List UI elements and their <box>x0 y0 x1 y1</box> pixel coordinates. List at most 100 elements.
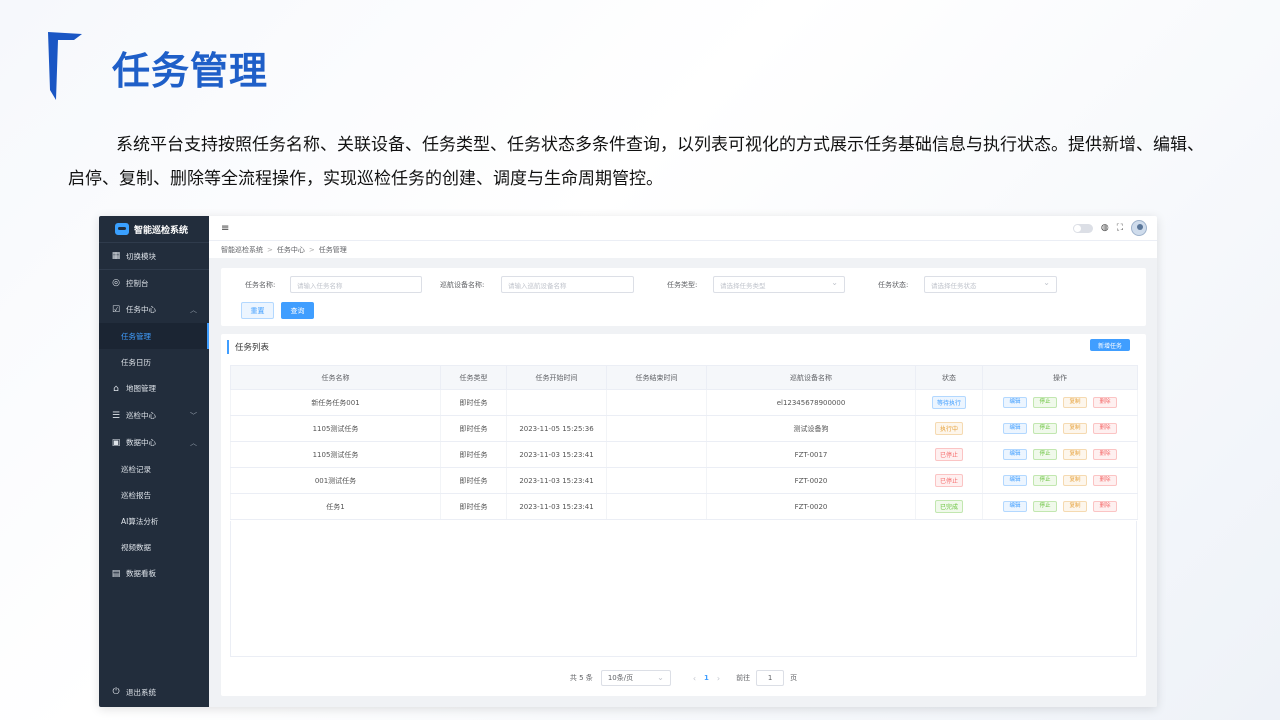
task-name-cell: 1105测试任务 <box>230 415 441 442</box>
inspection-icon: ☰ <box>111 410 121 421</box>
task-name-cell: 新任务任务001 <box>230 389 441 416</box>
delete-button[interactable]: 删除 <box>1093 501 1117 512</box>
switch-module-button[interactable]: ▦ 切换模块 <box>99 242 209 269</box>
task-type-select[interactable]: 请选择任务类型 <box>713 276 845 293</box>
sidebar-item-task-center[interactable]: ☑ 任务中心 ︿ <box>99 296 209 323</box>
actions-cell: 编辑 停止 复制 删除 <box>982 389 1138 416</box>
actions-cell: 编辑 停止 复制 删除 <box>982 493 1138 520</box>
status-cell: 已停止 <box>915 441 983 468</box>
sidebar-item-inspection[interactable]: ☰ 巡检中心 ﹀ <box>99 402 209 429</box>
stop-button[interactable]: 停止 <box>1033 449 1057 460</box>
edit-button[interactable]: 编辑 <box>1003 449 1027 460</box>
task-type-cell: 即时任务 <box>440 467 507 494</box>
table-row: 1105测试任务 即时任务 2023-11-03 15:23:41 FZT-0017 已… <box>230 441 1138 468</box>
corner-bracket-icon <box>48 32 82 100</box>
delete-button[interactable]: 删除 <box>1093 449 1117 460</box>
status-badge: 已停止 <box>934 448 963 461</box>
sidebar-subitem-video-data[interactable]: 视频数据 <box>99 534 209 560</box>
edit-button[interactable]: 编辑 <box>1003 501 1027 512</box>
sidebar-subitem-ai-analysis[interactable]: AI算法分析 <box>99 508 209 534</box>
edit-button[interactable]: 编辑 <box>1003 475 1027 486</box>
breadcrumb-item[interactable]: 任务中心 <box>277 245 305 255</box>
start-time-cell: 2023-11-03 15:23:41 <box>506 441 607 468</box>
device-name-label: 巡航设备名称: <box>440 281 485 289</box>
task-list-title: 任务列表 <box>227 340 269 354</box>
theme-toggle[interactable] <box>1072 223 1093 233</box>
task-name-cell: 1105测试任务 <box>230 441 441 468</box>
stop-button[interactable]: 停止 <box>1033 501 1057 512</box>
task-name-cell: 001测试任务 <box>230 467 441 494</box>
actions-cell: 编辑 停止 复制 删除 <box>982 467 1138 494</box>
avatar[interactable] <box>1131 220 1147 236</box>
logout-button[interactable]: ⏻ 退出系统 <box>99 677 209 707</box>
sidebar-subitem-task-management[interactable]: 任务管理 <box>99 323 209 349</box>
query-button[interactable]: 查询 <box>281 302 314 319</box>
board-icon: ▤ <box>111 568 121 579</box>
globe-icon[interactable]: ◍ <box>1101 223 1109 233</box>
edit-button[interactable]: 编辑 <box>1003 423 1027 434</box>
app-logo: 智能巡检系统 <box>99 216 209 242</box>
goto-page-input[interactable]: 1 <box>756 670 785 686</box>
app-name: 智能巡检系统 <box>134 225 189 236</box>
switch-module-label: 切换模块 <box>126 251 156 261</box>
sidebar-subitem-task-calendar[interactable]: 任务日历 <box>99 349 209 375</box>
sidebar-subitem-inspection-reports[interactable]: 巡检报告 <box>99 482 209 508</box>
page-suffix: 页 <box>790 674 798 682</box>
sidebar-item-label: 控制台 <box>126 278 149 288</box>
menu-toggle-icon[interactable]: ≡ <box>221 223 229 234</box>
fullscreen-icon[interactable]: ⛶ <box>1117 223 1123 233</box>
page-number[interactable]: 1 <box>704 674 709 682</box>
app-window: 智能巡检系统 ▦ 切换模块 ◎ 控制台 ☑ 任务中心 ︿ 任务管理 任务日历 ⌂… <box>99 216 1157 707</box>
copy-button[interactable]: 复制 <box>1063 449 1087 460</box>
breadcrumb: 智能巡检系统 > 任务中心 > 任务管理 <box>209 240 1157 258</box>
sidebar-item-data-center[interactable]: ▣ 数据中心 ︿ <box>99 429 209 456</box>
prev-page-icon[interactable]: ‹ <box>693 674 696 683</box>
copy-button[interactable]: 复制 <box>1063 423 1087 434</box>
column-header: 巡航设备名称 <box>706 365 916 390</box>
page-size-select[interactable]: 10条/页 <box>600 670 671 686</box>
sidebar-item-data-board[interactable]: ▤ 数据看板 <box>99 560 209 587</box>
breadcrumb-item[interactable]: 智能巡检系统 <box>221 245 263 255</box>
add-task-button[interactable]: 新增任务 <box>1090 339 1130 351</box>
copy-button[interactable]: 复制 <box>1063 475 1087 486</box>
power-icon: ⏻ <box>112 687 120 697</box>
delete-button[interactable]: 删除 <box>1093 475 1117 486</box>
sidebar-item-label: 任务中心 <box>126 305 156 314</box>
stop-button[interactable]: 停止 <box>1033 423 1057 434</box>
sidebar-item-map[interactable]: ⌂ 地图管理 <box>99 375 209 402</box>
copy-button[interactable]: 复制 <box>1063 501 1087 512</box>
task-type-cell: 即时任务 <box>440 493 507 520</box>
task-name-input[interactable]: 请输入任务名称 <box>290 276 422 293</box>
task-icon: ☑ <box>111 304 121 315</box>
breadcrumb-item: 任务管理 <box>318 245 347 254</box>
stop-button[interactable]: 停止 <box>1033 475 1057 486</box>
column-header: 状态 <box>915 365 983 390</box>
delete-button[interactable]: 删除 <box>1093 423 1117 434</box>
robot-logo-icon <box>115 223 129 235</box>
task-name-label: 任务名称: <box>245 281 276 289</box>
slide-description: 系统平台支持按照任务名称、关联设备、任务类型、任务状态多条件查询，以列表可视化的… <box>68 135 1204 189</box>
device-name-input[interactable]: 请输入巡航设备名称 <box>501 276 634 293</box>
task-type-cell: 即时任务 <box>440 441 507 468</box>
filter-row: 任务名称: 请输入任务名称 巡航设备名称: 请输入巡航设备名称 任务类型: 请选… <box>221 276 1146 294</box>
task-status-select[interactable]: 请选择任务状态 <box>924 276 1057 293</box>
reset-button[interactable]: 重置 <box>241 302 274 319</box>
edit-button[interactable]: 编辑 <box>1003 397 1027 408</box>
status-cell: 已完成 <box>915 493 983 520</box>
column-header: 任务类型 <box>440 365 507 390</box>
status-cell: 已停止 <box>915 467 983 494</box>
sidebar: 智能巡检系统 ▦ 切换模块 ◎ 控制台 ☑ 任务中心 ︿ 任务管理 任务日历 ⌂… <box>99 216 209 707</box>
next-page-icon[interactable]: › <box>717 674 720 683</box>
end-time-cell <box>606 467 707 494</box>
stop-button[interactable]: 停止 <box>1033 397 1057 408</box>
sidebar-item-label: 数据中心 <box>126 438 156 447</box>
device-name-cell: 测试设备狗 <box>706 415 916 442</box>
sidebar-subitem-inspection-records[interactable]: 巡检记录 <box>99 456 209 482</box>
delete-button[interactable]: 删除 <box>1093 397 1117 408</box>
task-status-label: 任务状态: <box>878 281 909 289</box>
task-type-cell: 即时任务 <box>440 389 507 416</box>
sidebar-item-console[interactable]: ◎ 控制台 <box>99 269 209 296</box>
status-badge: 已完成 <box>934 500 963 513</box>
copy-button[interactable]: 复制 <box>1063 397 1087 408</box>
status-badge: 执行中 <box>934 422 963 435</box>
